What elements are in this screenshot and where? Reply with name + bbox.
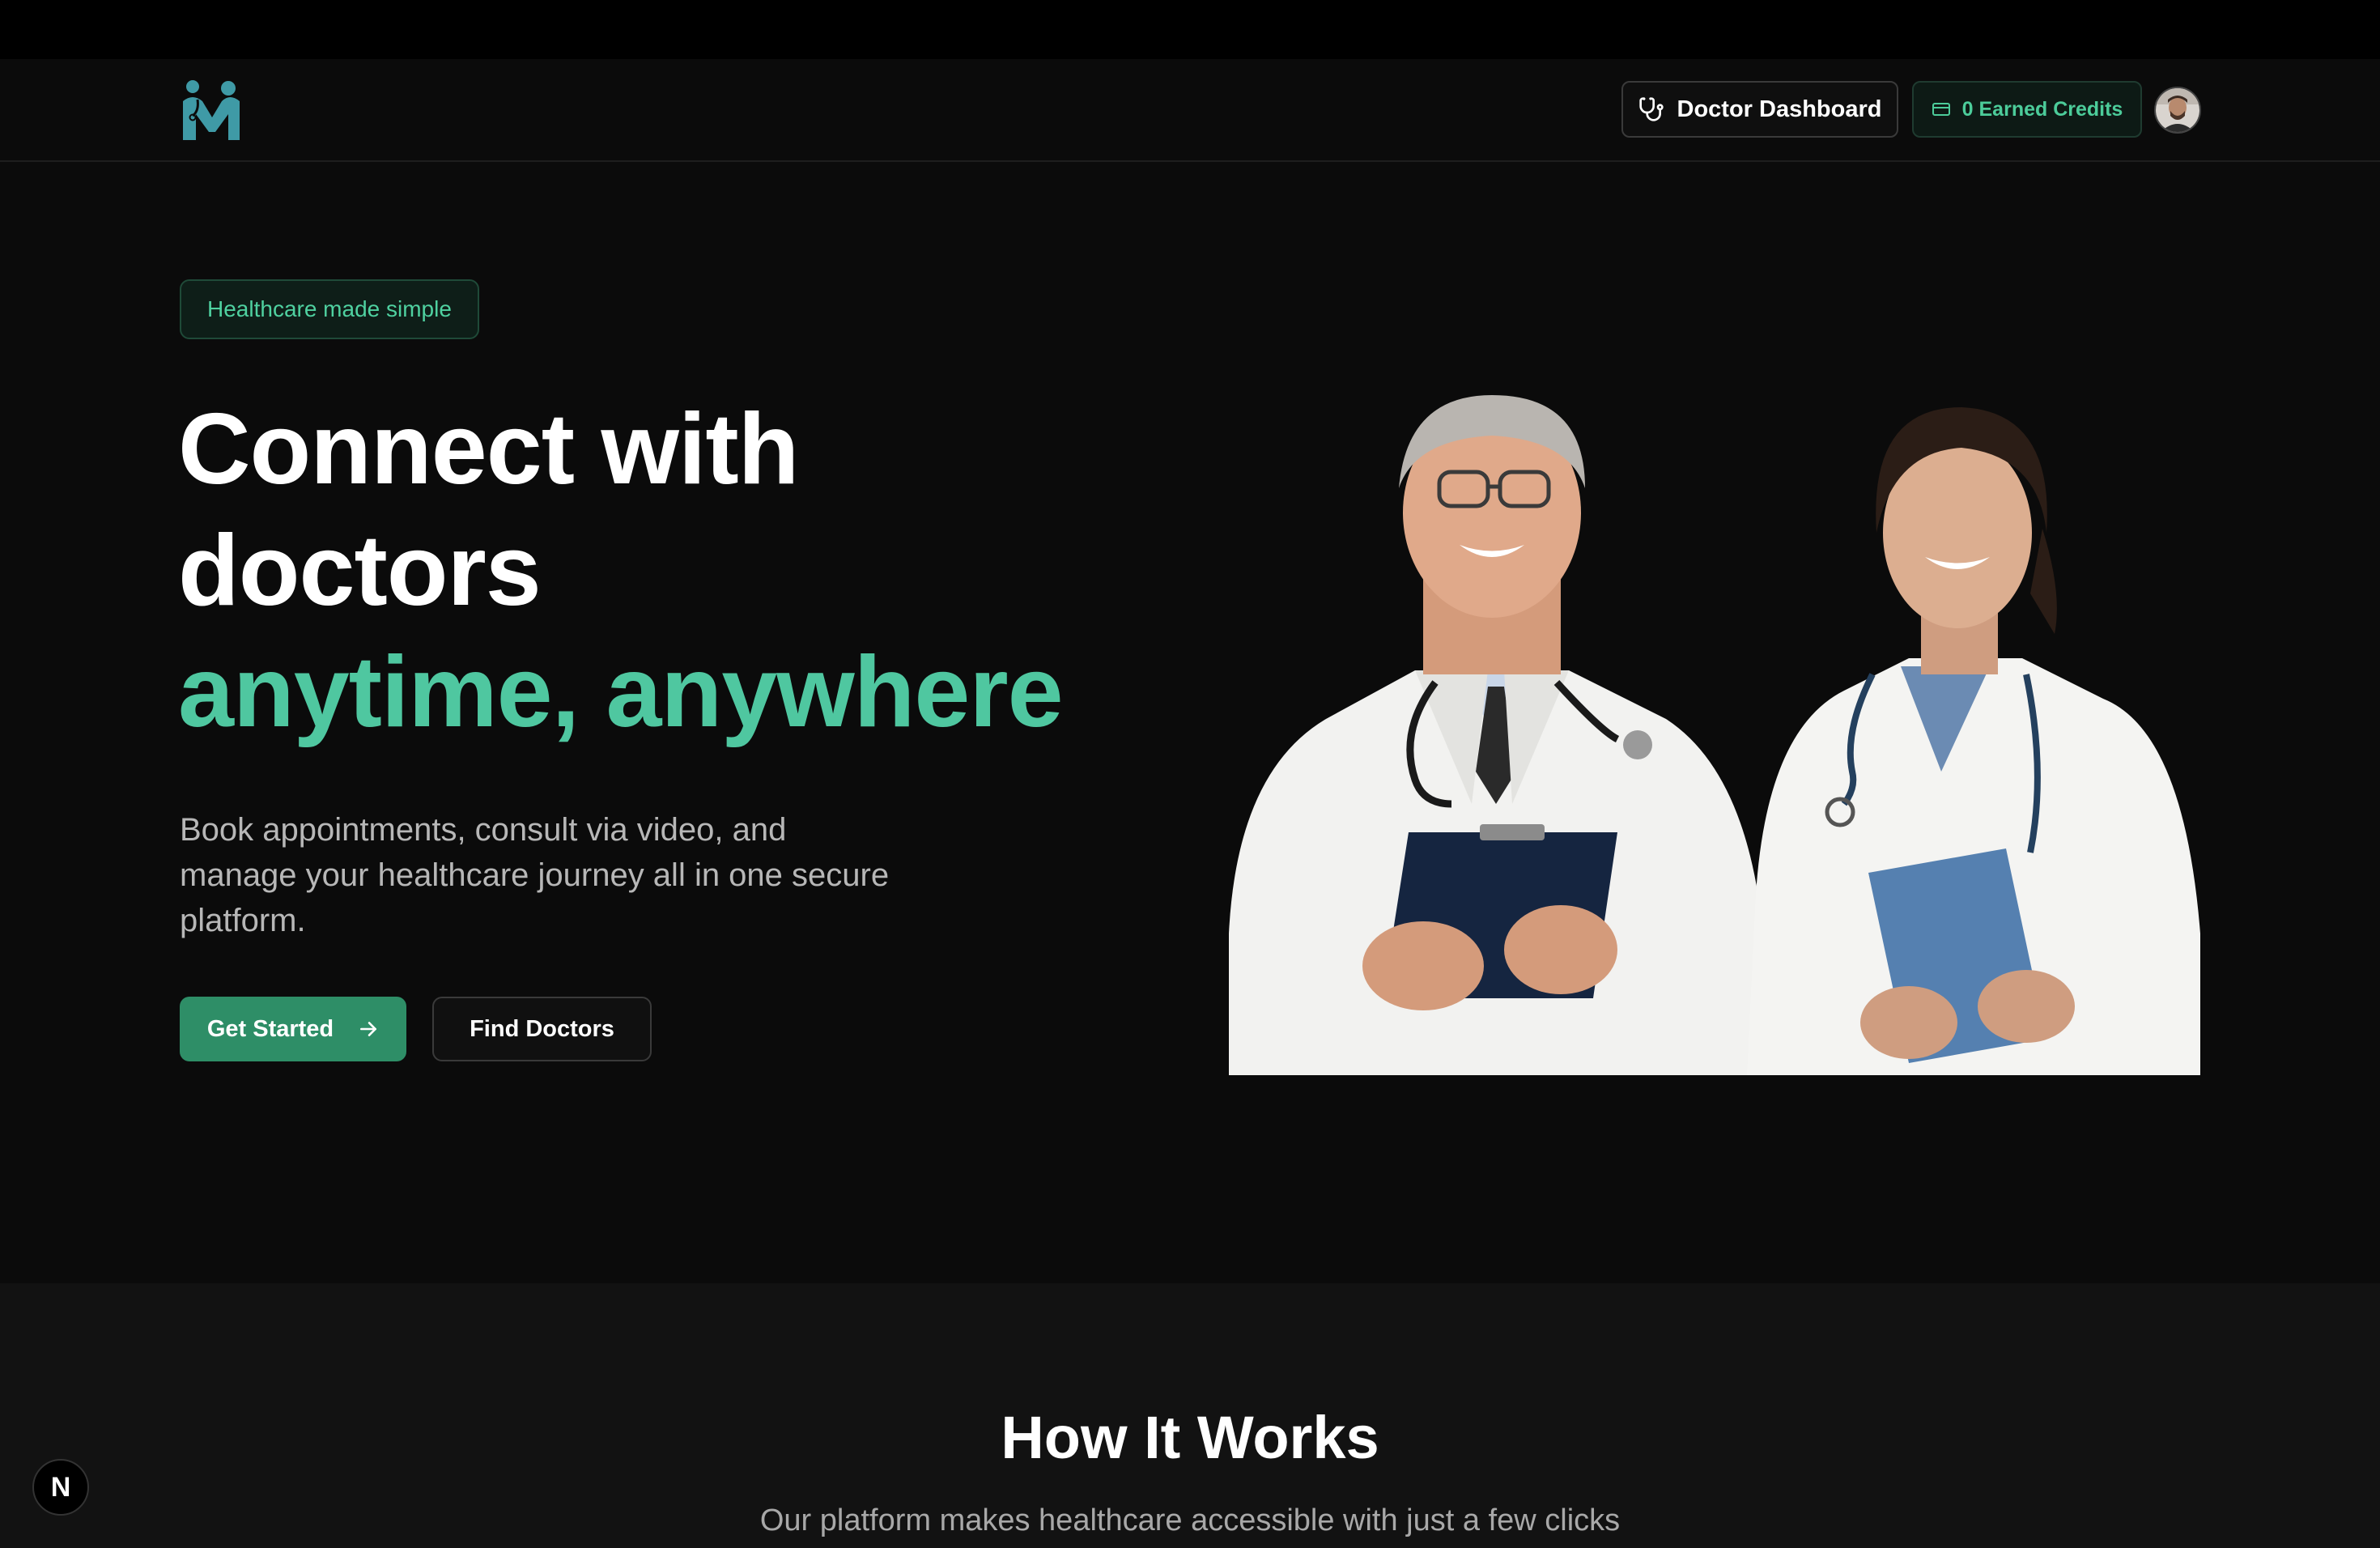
how-it-works-title: How It Works (1001, 1404, 1379, 1471)
earned-credits-label: 0 Earned Credits (1961, 97, 2123, 121)
arrow-right-icon (360, 1022, 377, 1036)
doctor-dashboard-label: Doctor Dashboard (1677, 96, 1882, 122)
doctors-illustration (1229, 395, 2200, 1075)
hero-headline: Connect with doctors anytime, anywhere (178, 389, 1064, 753)
hero-badge: Healthcare made simple (180, 279, 479, 339)
stethoscope-icon (1638, 97, 1664, 121)
find-doctors-label: Find Doctors (470, 1015, 614, 1042)
hero-description: Book appointments, consult via video, an… (180, 812, 890, 938)
doctors-hero-image (1229, 351, 2200, 1075)
page: Doctor Dashboard 0 Earned Credits Health… (0, 0, 2380, 1548)
hero-badge-text: Healthcare made simple (207, 296, 452, 321)
how-it-works-section: How It Works Our platform makes healthca… (0, 1283, 2380, 1548)
navbar: Doctor Dashboard 0 Earned Credits (0, 59, 2380, 162)
find-doctors-button[interactable]: Find Doctors (432, 997, 652, 1061)
user-avatar[interactable] (2154, 87, 2201, 134)
credit-card-icon (1932, 103, 1950, 116)
get-started-button[interactable]: Get Started (180, 997, 406, 1061)
medical-m-logo-icon (183, 80, 240, 140)
get-started-label: Get Started (206, 1015, 334, 1042)
dev-tools-button[interactable]: N (32, 1459, 89, 1516)
hero-section: Healthcare made simple Connect with doct… (0, 162, 2380, 1283)
doctor-dashboard-button[interactable]: Doctor Dashboard (1621, 81, 1898, 138)
logo[interactable] (181, 79, 243, 143)
dev-tools-label: N (50, 1471, 71, 1503)
browser-top-strip (0, 0, 2380, 59)
how-it-works-subtitle: Our platform makes healthcare accessible… (759, 1503, 1621, 1537)
headline-line-2: doctors (178, 515, 542, 627)
male-doctor-figure (1229, 395, 1763, 1075)
headline-accent: anytime, anywhere (178, 636, 1064, 748)
user-avatar-icon (2156, 88, 2199, 132)
earned-credits-button[interactable]: 0 Earned Credits (1912, 81, 2142, 138)
headline-line-1: Connect with (178, 393, 799, 505)
female-doctor-figure (1747, 407, 2200, 1075)
